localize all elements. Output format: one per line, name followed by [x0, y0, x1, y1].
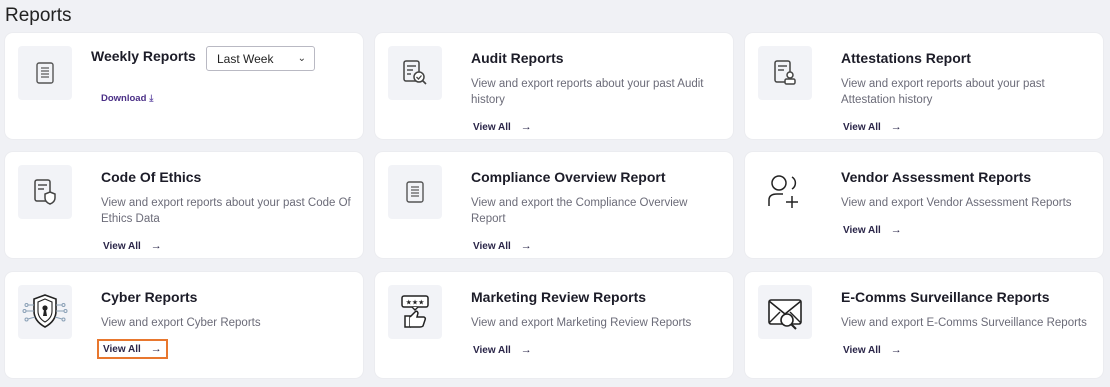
card-description: View and export Cyber Reports	[101, 317, 261, 329]
arrow-right-icon: →	[150, 343, 162, 355]
svg-text:★★★: ★★★	[406, 299, 425, 307]
card-description: View and export reports about your past …	[841, 78, 1045, 106]
view-all-label: View All	[843, 344, 881, 356]
page-title: Reports	[5, 5, 72, 26]
view-all-label: View All	[103, 240, 141, 252]
mail-search-icon	[758, 285, 812, 339]
document-search-icon	[388, 46, 442, 100]
view-all-link[interactable]: View All →	[467, 236, 538, 256]
card-title: Marketing Review Reports	[471, 289, 647, 305]
card-description: View and export E-Comms Surveillance Rep…	[841, 317, 1087, 329]
view-all-link[interactable]: View All →	[467, 117, 538, 137]
card-weekly-reports: Weekly Reports Last Week ⌄ Download ⤓	[5, 33, 363, 139]
arrow-right-icon: →	[150, 240, 162, 252]
card-audit-reports: Audit Reports View and export reports ab…	[375, 33, 733, 139]
arrow-right-icon: →	[520, 344, 532, 356]
view-all-label: View All	[473, 344, 511, 356]
card-compliance-overview: Compliance Overview Report View and expo…	[375, 152, 733, 258]
view-all-link[interactable]: View All →	[837, 340, 908, 360]
view-all-label: View All	[473, 240, 511, 252]
card-description: View and export the Compliance Overview …	[471, 197, 688, 225]
view-all-label: View All	[843, 121, 881, 133]
card-title: Compliance Overview Report	[471, 169, 666, 185]
card-description: View and export reports about your past …	[471, 78, 704, 106]
arrow-right-icon: →	[890, 121, 902, 133]
card-ecomms-surveillance: E-Comms Surveillance Reports View and ex…	[745, 272, 1103, 378]
view-all-label: View All	[473, 121, 511, 133]
document-icon	[388, 165, 442, 219]
review-thumbs-up-icon: ★★★	[388, 285, 442, 339]
card-title: E-Comms Surveillance Reports	[841, 289, 1050, 305]
card-description: View and export Vendor Assessment Report…	[841, 197, 1072, 209]
document-shield-icon	[18, 165, 72, 219]
card-title: Code Of Ethics	[101, 169, 202, 185]
download-icon: ⤓	[149, 93, 154, 103]
period-select-value: Last Week	[217, 51, 274, 66]
view-all-link[interactable]: View All →	[97, 236, 168, 256]
card-attestations-report: Attestations Report View and export repo…	[745, 33, 1103, 139]
card-description: View and export reports about your past …	[101, 197, 351, 225]
card-title: Audit Reports	[471, 50, 564, 66]
view-all-label: View All	[103, 343, 141, 355]
card-title: Cyber Reports	[101, 289, 198, 305]
card-title: Vendor Assessment Reports	[841, 169, 1032, 185]
document-icon	[18, 46, 72, 100]
period-select[interactable]: Last Week ⌄	[206, 46, 315, 71]
card-description: View and export Marketing Review Reports	[471, 317, 692, 329]
view-all-link[interactable]: View All →	[837, 220, 908, 240]
download-label: Download	[101, 93, 147, 104]
arrow-right-icon: →	[890, 344, 902, 356]
card-title: Attestations Report	[841, 50, 971, 66]
chevron-down-icon: ⌄	[297, 53, 306, 64]
card-code-of-ethics: Code Of Ethics View and export reports a…	[5, 152, 363, 258]
card-marketing-review: ★★★ Marketing Review Reports View and ex…	[375, 272, 733, 378]
view-all-link[interactable]: View All →	[97, 339, 168, 359]
cyber-shield-icon	[18, 285, 72, 339]
card-vendor-assessment: Vendor Assessment Reports View and expor…	[745, 152, 1103, 258]
arrow-right-icon: →	[890, 224, 902, 236]
card-cyber-reports: Cyber Reports View and export Cyber Repo…	[5, 272, 363, 378]
card-title: Weekly Reports	[91, 48, 196, 64]
view-all-link[interactable]: View All →	[467, 340, 538, 360]
arrow-right-icon: →	[520, 121, 532, 133]
view-all-label: View All	[843, 224, 881, 236]
document-user-icon	[758, 46, 812, 100]
download-link[interactable]: Download ⤓	[101, 93, 153, 104]
arrow-right-icon: →	[520, 240, 532, 252]
view-all-link[interactable]: View All →	[837, 117, 908, 137]
add-user-icon	[758, 165, 812, 219]
